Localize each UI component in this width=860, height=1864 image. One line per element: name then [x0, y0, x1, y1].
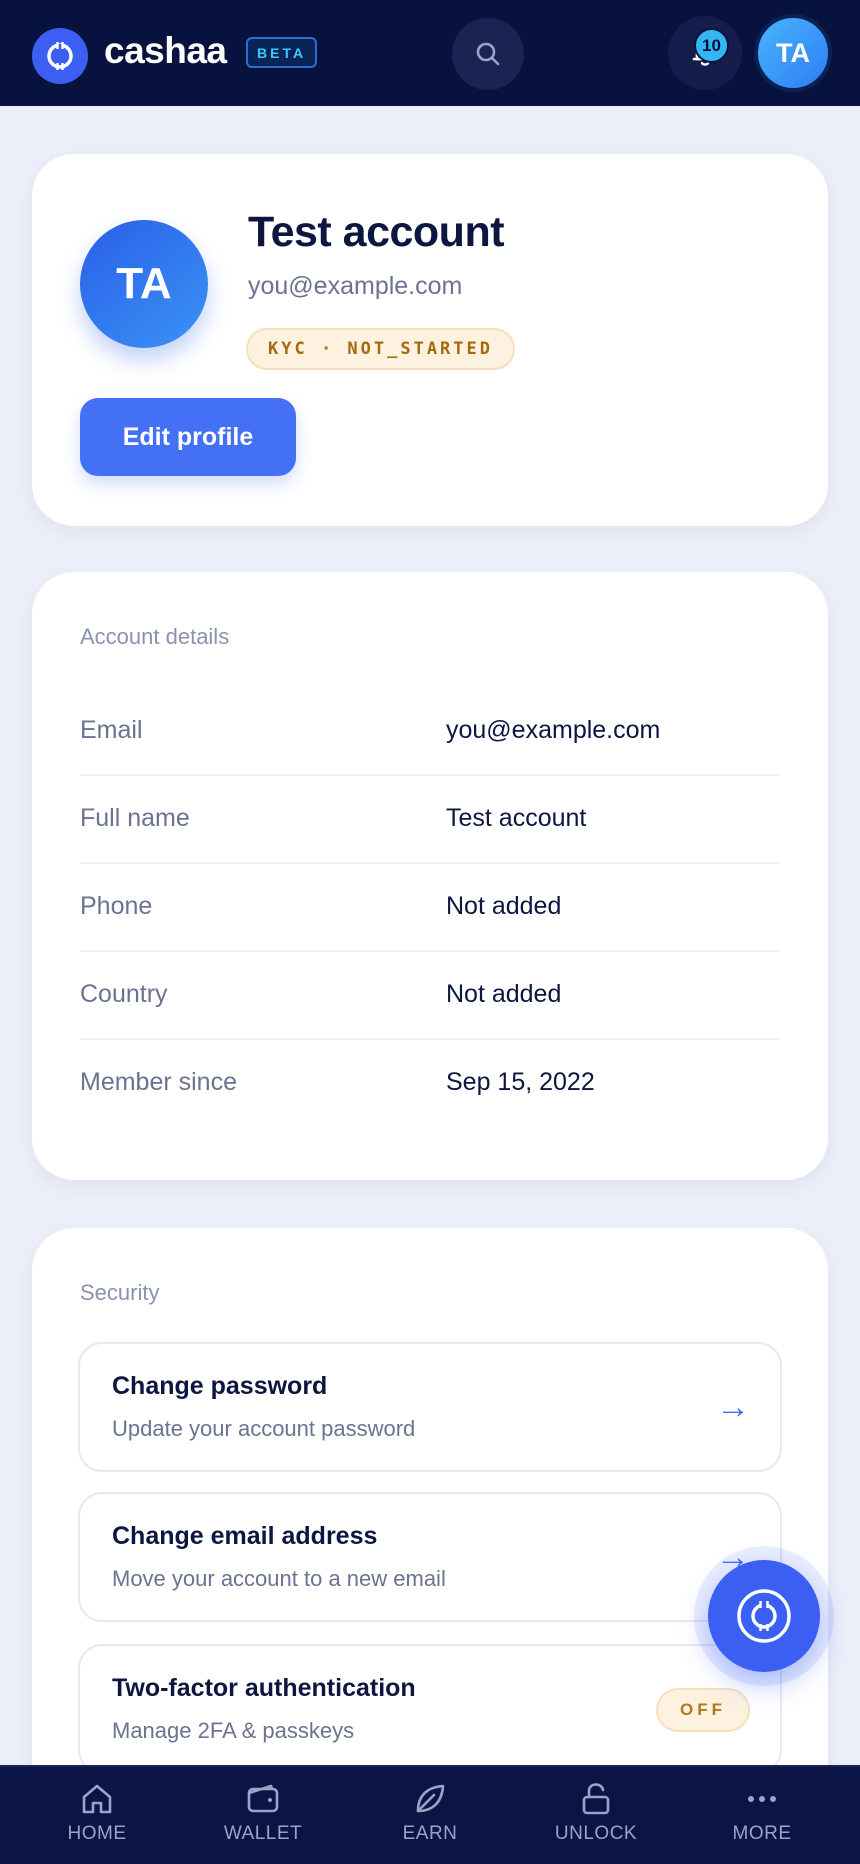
detail-value: you@example.com [446, 716, 661, 744]
edit-profile-button[interactable]: Edit profile [80, 398, 296, 476]
detail-label: Full name [80, 804, 190, 832]
leaf-icon [416, 1784, 445, 1813]
detail-value: Test account [446, 804, 587, 832]
more-icon [748, 1796, 776, 1802]
section-title: Account details [80, 624, 230, 649]
detail-value: Sep 15, 2022 [446, 1068, 595, 1096]
detail-label: Country [80, 980, 168, 1008]
detail-row-full-name: Full name Test account [80, 776, 780, 864]
detail-row-country: Country Not added [80, 952, 780, 1040]
detail-row-email: Email you@example.com [80, 688, 780, 776]
nav-label: UNLOCK [554, 1823, 638, 1844]
search-button[interactable] [452, 18, 524, 90]
cashaa-logo-icon[interactable] [32, 28, 88, 84]
section-title: Security [80, 1280, 160, 1305]
notification-count-badge: 10 [694, 28, 729, 63]
search-icon [476, 42, 500, 66]
top-bar: cashaa BETA 10 TA [0, 0, 860, 106]
profile-avatar: TA [80, 220, 208, 348]
profile-card: TA Test account you@example.com KYC · NO… [32, 154, 828, 526]
change-password-item[interactable]: Change password Update your account pass… [78, 1342, 782, 1472]
nav-item-more[interactable]: MORE [702, 1781, 822, 1861]
detail-label: Phone [80, 892, 153, 920]
detail-value: Not added [446, 892, 562, 920]
two-factor-status-badge: OFF [656, 1688, 750, 1732]
nav-label: EARN [402, 1823, 458, 1844]
detail-label: Email [80, 716, 143, 744]
detail-row-phone: Phone Not added [80, 864, 780, 952]
nav-item-home[interactable]: HOME [37, 1781, 157, 1861]
detail-value: Not added [446, 980, 562, 1008]
detail-label: Member since [80, 1068, 237, 1096]
change-email-item[interactable]: Change email address Move your account t… [78, 1492, 782, 1622]
security-item-subtitle: Move your account to a new email [112, 1566, 446, 1591]
account-details-card: Account details Email you@example.com Fu… [32, 572, 828, 1180]
nav-item-earn[interactable]: EARN [370, 1781, 490, 1861]
nav-label: MORE [732, 1823, 792, 1844]
bottom-nav: HOME WALLET EARN UNLOCK MORE [0, 1765, 860, 1864]
security-item-subtitle: Manage 2FA & passkeys [112, 1718, 355, 1743]
kyc-status-badge: KYC · NOT_STARTED [246, 328, 515, 370]
cashaa-logo-icon [737, 1589, 791, 1643]
beta-badge: BETA [246, 37, 318, 68]
profile-name: Test account [248, 208, 505, 256]
two-factor-item[interactable]: Two-factor authentication Manage 2FA & p… [78, 1644, 782, 1774]
arrow-right-icon: → [716, 1388, 750, 1426]
wallet-icon [247, 1784, 279, 1813]
cashaa-fab-button[interactable] [708, 1560, 820, 1672]
profile-email: you@example.com [248, 272, 463, 300]
security-item-title: Change password [112, 1372, 328, 1400]
home-icon [82, 1784, 112, 1814]
nav-label: WALLET [223, 1823, 303, 1844]
security-item-subtitle: Update your account password [112, 1416, 416, 1441]
security-item-title: Change email address [112, 1522, 378, 1550]
user-avatar[interactable]: TA [754, 14, 832, 92]
brand-name: cashaa [104, 30, 227, 71]
nav-label: HOME [67, 1823, 127, 1844]
nav-item-unlock[interactable]: UNLOCK [536, 1781, 656, 1861]
unlock-icon [582, 1783, 610, 1815]
security-item-title: Two-factor authentication [112, 1674, 416, 1702]
nav-item-wallet[interactable]: WALLET [203, 1781, 323, 1861]
detail-row-member-since: Member since Sep 15, 2022 [80, 1040, 780, 1128]
